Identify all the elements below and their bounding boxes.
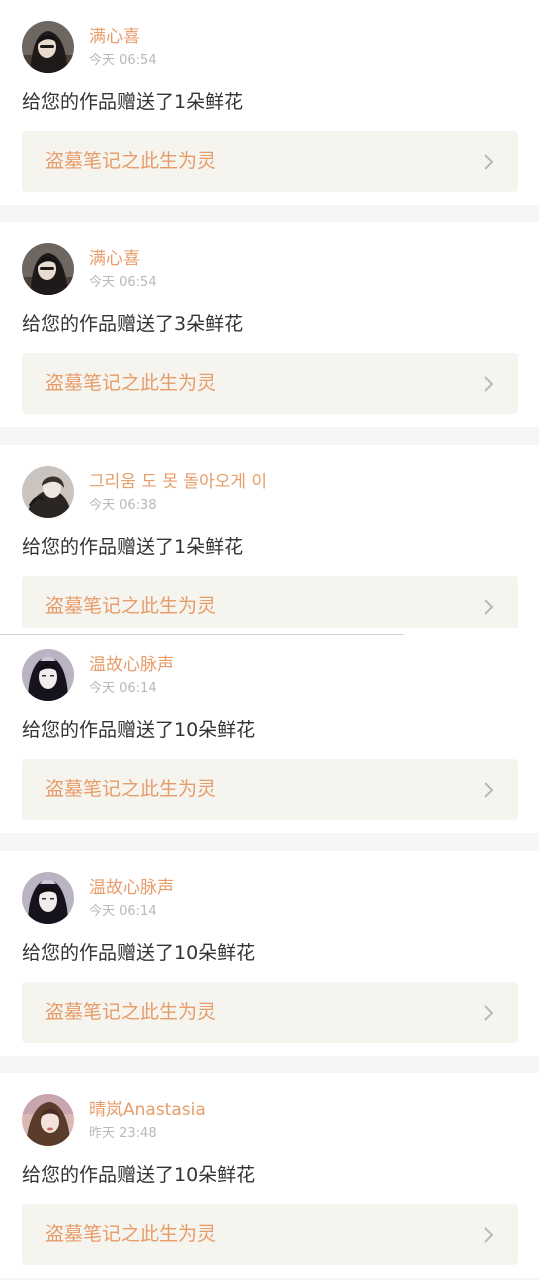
notification-feed: 满心喜 今天 06:54 给您的作品赠送了1朵鲜花 盗墓笔记之此生为灵 满心喜 … — [0, 0, 539, 1280]
avatar-image — [22, 21, 74, 73]
chevron-right-icon — [484, 154, 494, 170]
avatar[interactable] — [22, 243, 74, 295]
chevron-right-icon — [484, 376, 494, 392]
username[interactable]: 满心喜 — [89, 248, 140, 270]
gift-message: 给您的作品赠送了10朵鲜花 — [22, 719, 256, 741]
avatar-image — [22, 872, 74, 924]
gift-message: 给您的作品赠送了1朵鲜花 — [22, 91, 244, 113]
divider-line — [0, 634, 404, 635]
work-link[interactable]: 盗墓笔记之此生为灵 — [22, 353, 518, 414]
avatar[interactable] — [22, 872, 74, 924]
timestamp: 今天 06:14 — [89, 681, 157, 696]
work-title: 盗墓笔记之此生为灵 — [45, 150, 217, 172]
chevron-right-icon — [484, 782, 494, 798]
username[interactable]: 温故心脉声 — [89, 654, 174, 676]
notification-card: 温故心脉声 今天 06:14 给您的作品赠送了10朵鲜花 盗墓笔记之此生为灵 — [0, 851, 539, 1056]
chevron-right-icon — [484, 1227, 494, 1243]
work-title: 盗墓笔记之此生为灵 — [45, 1001, 217, 1023]
avatar-image — [22, 243, 74, 295]
work-title: 盗墓笔记之此生为灵 — [45, 778, 217, 800]
avatar[interactable] — [22, 1094, 74, 1146]
notification-card: 满心喜 今天 06:54 给您的作品赠送了1朵鲜花 盗墓笔记之此生为灵 — [0, 0, 539, 205]
avatar[interactable] — [22, 21, 74, 73]
timestamp: 今天 06:14 — [89, 904, 157, 919]
work-title: 盗墓笔记之此生为灵 — [45, 1223, 217, 1245]
notification-card: 그리움 도 못 돌아오게 이 今天 06:38 给您的作品赠送了1朵鲜花 盗墓笔… — [0, 445, 539, 650]
gift-message: 给您的作品赠送了10朵鲜花 — [22, 1164, 256, 1186]
timestamp: 今天 06:54 — [89, 53, 157, 68]
notification-card: 晴岚Anastasia 昨天 23:48 给您的作品赠送了10朵鲜花 盗墓笔记之… — [0, 1073, 539, 1278]
avatar-image — [22, 649, 74, 701]
work-title: 盗墓笔记之此生为灵 — [45, 595, 217, 617]
timestamp: 今天 06:54 — [89, 275, 157, 290]
avatar[interactable] — [22, 649, 74, 701]
work-link[interactable]: 盗墓笔记之此生为灵 — [22, 131, 518, 192]
username[interactable]: 温故心脉声 — [89, 877, 174, 899]
username[interactable]: 그리움 도 못 돌아오게 이 — [89, 471, 267, 493]
avatar-image — [22, 1094, 74, 1146]
work-link[interactable]: 盗墓笔记之此生为灵 — [22, 759, 518, 820]
chevron-right-icon — [484, 1005, 494, 1021]
work-link[interactable]: 盗墓笔记之此生为灵 — [22, 982, 518, 1043]
avatar[interactable] — [22, 466, 74, 518]
username[interactable]: 满心喜 — [89, 26, 140, 48]
gift-message: 给您的作品赠送了1朵鲜花 — [22, 536, 244, 558]
work-link[interactable]: 盗墓笔记之此生为灵 — [22, 1204, 518, 1265]
chevron-right-icon — [484, 599, 494, 615]
gift-message: 给您的作品赠送了3朵鲜花 — [22, 313, 244, 335]
timestamp: 今天 06:38 — [89, 498, 157, 513]
gift-message: 给您的作品赠送了10朵鲜花 — [22, 942, 256, 964]
timestamp: 昨天 23:48 — [89, 1126, 157, 1141]
work-title: 盗墓笔记之此生为灵 — [45, 372, 217, 394]
avatar-image — [22, 466, 74, 518]
notification-card: 满心喜 今天 06:54 给您的作品赠送了3朵鲜花 盗墓笔记之此生为灵 — [0, 222, 539, 427]
username[interactable]: 晴岚Anastasia — [89, 1099, 206, 1121]
notification-card: 温故心脉声 今天 06:14 给您的作品赠送了10朵鲜花 盗墓笔记之此生为灵 — [0, 628, 539, 833]
